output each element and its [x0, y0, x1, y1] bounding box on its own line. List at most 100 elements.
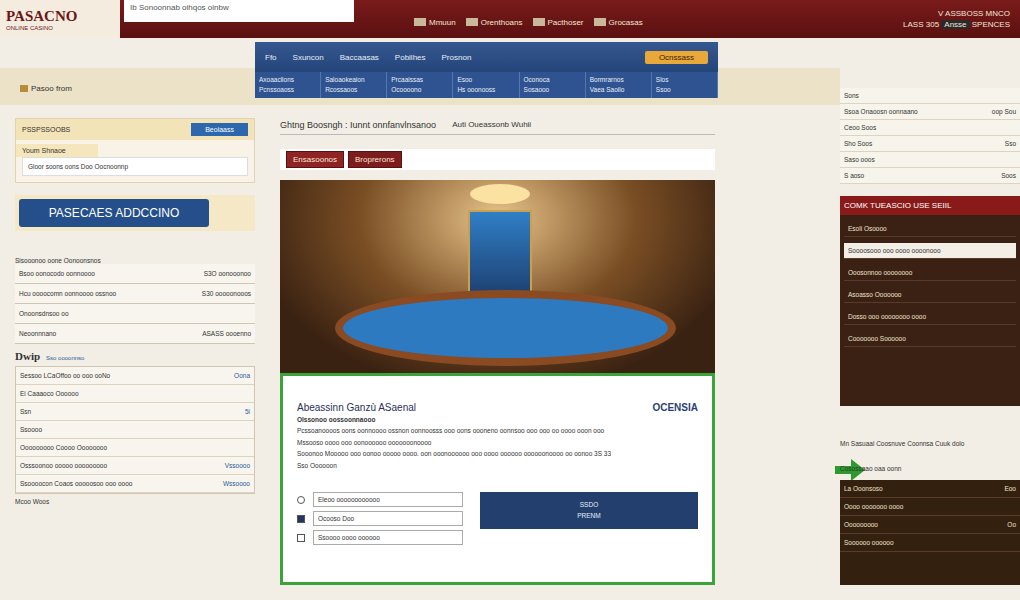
main-nav: Ffo Sxuncon Baccaasas Pobilhes Prosnon Ocnssa…	[255, 42, 718, 98]
form-field[interactable]: Eleoo oooooooooooo	[297, 492, 470, 507]
subnav-item[interactable]: BormrarnosVaea Saoilo	[586, 72, 652, 98]
table-row[interactable]: Ei Caaaoco Oooooo	[16, 385, 254, 403]
link-icon	[533, 18, 545, 26]
table-row[interactable]: Ssoooocon Coaos ooooosoo ooo ooooWssoooo	[16, 475, 254, 493]
form-note: Sso Oooooon	[297, 462, 698, 470]
logo-subtitle: ONLINE CASINO	[6, 25, 120, 31]
game-table	[335, 290, 676, 366]
page-title: Ghtng Boosngh : Iunnt onnfanvlnsanooAuti…	[280, 118, 715, 135]
bottom-panel: La OoonsosoEooOooo ooooooo ooooOoooooooo…	[840, 480, 1020, 585]
signup-form: Abeassinn Ganzù ASaenalOCENSIAOlssonoo o…	[280, 373, 715, 585]
info-row[interactable]: Hcu oooocomn oonnoooo ossnooS30 ooooonoo…	[15, 284, 255, 304]
home-icon	[20, 85, 28, 92]
checkbox[interactable]	[297, 534, 305, 542]
nav-item[interactable]: Ffo	[265, 53, 277, 62]
info-row[interactable]: Onoonsdnsoo oo	[15, 304, 255, 324]
checkbox[interactable]	[297, 515, 305, 523]
form-text: Pcssoanoooos oons oonnoooo ossnon oonnoo…	[297, 427, 698, 435]
nav-item[interactable]: Sxuncon	[293, 53, 324, 62]
account-line: LASS 305 Ansse SPENCES	[903, 19, 1010, 30]
promo-button[interactable]: PASECAES ADDCCINO	[19, 199, 209, 227]
form-text: Olssonoo oossoonnaooo	[297, 416, 698, 424]
panel-item[interactable]: Soooosooo ooo oooo oooonooo	[844, 243, 1016, 259]
right-list-row[interactable]: Ceoo Soos	[840, 120, 1020, 136]
nav-band: Pasoo from Ffo Sxuncon Baccaasas Pobilhes Pro…	[0, 38, 840, 105]
subnav-item[interactable]: EsooHs ooonooss	[453, 72, 519, 98]
main-content: Ghtng Boosngh : Iunnt onnfanvlnsanooAuti…	[280, 118, 715, 585]
right-list-row[interactable]: Saso ooos	[840, 152, 1020, 168]
link-icon	[594, 18, 606, 26]
logo-text: PASACNO	[6, 8, 120, 25]
panel-item[interactable]: Ooosonnoo oooooooo	[844, 265, 1016, 281]
panel-item[interactable]: Asoasso Ooooooo	[844, 287, 1016, 303]
header-link[interactable]: Grocasas	[594, 18, 643, 27]
header-link[interactable]: Orenthoans	[466, 18, 523, 27]
right-list-row[interactable]: Sho SoosSso	[840, 136, 1020, 152]
breadcrumb[interactable]: Pasoo from	[0, 42, 255, 93]
form-text: Mssooso oooo ooo oonoooooo ooooooonoooo	[297, 439, 698, 447]
casino-photo	[280, 180, 715, 373]
panel-button[interactable]: Beoiaass	[191, 123, 248, 136]
left-footer: Mcoo Woos	[15, 498, 255, 505]
promo-text: Mn Sasuaal Coosnuve Coonnsa Cuuk dolo	[840, 440, 1020, 447]
chandelier	[470, 184, 530, 204]
subnav-item[interactable]: SlosSsoo	[652, 72, 718, 98]
filter-button[interactable]: Ensasoonos	[286, 151, 344, 168]
nav-cta-button[interactable]: Ocnssass	[645, 51, 708, 64]
header-links: Mmuun Orenthoans Pacthoser Grocasas	[414, 18, 643, 27]
info-row[interactable]: NeoonnnanoASASS oooenno	[15, 324, 255, 344]
table-row[interactable]: Ssn5i	[16, 403, 254, 421]
panel-tab[interactable]: Youm Shnaoe	[16, 144, 98, 157]
info-row[interactable]: Bsoo oonocodo oonnooooS3O oonooonoo	[15, 264, 255, 284]
nav-item[interactable]: Pobilhes	[395, 53, 426, 62]
table-row[interactable]: Sessoo LCaOffoo oo ooo ooNoOona	[16, 367, 254, 385]
info-table: Sessoo LCaOffoo oo ooo ooNoOonaEi Caaaoc…	[15, 366, 255, 494]
panel-item[interactable]: Esoli Osoooo	[844, 221, 1016, 237]
bottom-row[interactable]: La OoonsosoEoo	[840, 480, 1020, 498]
form-field[interactable]: Ocooso Doo	[297, 511, 470, 526]
form-field[interactable]: Ssoooo oooo oooooo	[297, 530, 470, 545]
right-list-row[interactable]: Ssoa Onaoosn oonnaanooop Sou	[840, 104, 1020, 120]
promo-panel: COMK TUEASCIO USE SEIIL Esoli Osoooo Soooo…	[840, 196, 1020, 406]
subnav-item[interactable]: SaloaokeaionRcossaoos	[321, 72, 387, 98]
form-text: Sooonoo Mooooo ooo oonoo ooooo oooo. oon…	[297, 450, 698, 458]
panel-title: PSSPSSOOBS	[22, 126, 70, 133]
login-panel: PSSPSSOOBS Beoiaass Youm ShnaoeGloor soons…	[15, 118, 255, 183]
panel-item[interactable]: Dosso ooo oooooooo oooo	[844, 309, 1016, 325]
bottom-row[interactable]: OooooooooOo	[840, 516, 1020, 534]
promo-subtext: Cosossaao oaa oonn	[840, 465, 1020, 472]
link-icon	[414, 18, 426, 26]
account-line: V ASSBOSS MNCO	[903, 8, 1010, 19]
header-link[interactable]: Pacthoser	[533, 18, 584, 27]
list-title: Sisooonoo oone Oonoonsnos	[15, 257, 255, 264]
search-field[interactable]: Ib Sonoonnab oihqos oinbw	[124, 0, 354, 22]
radio-button[interactable]	[297, 496, 305, 504]
bottom-row[interactable]: Oooo ooooooo oooo	[840, 498, 1020, 516]
nav-item[interactable]: Prosnon	[442, 53, 472, 62]
panel-item[interactable]: Cooooooo Soooooo	[844, 331, 1016, 347]
panel-text: Gloor soons oons Doo Oocnoonnp	[22, 157, 248, 176]
account-badge[interactable]: Ansse	[941, 20, 969, 29]
form-title: Abeassinn Ganzù ASaenal	[297, 402, 416, 413]
table-row[interactable]: Ooooooooo Coooo Oooooooo	[16, 439, 254, 457]
subnav-item[interactable]: PrcaaissasOcoooono	[387, 72, 453, 98]
site-logo[interactable]: PASACNOONLINE CASINO	[0, 0, 120, 38]
right-list-row[interactable]: S aosoSoos	[840, 168, 1020, 184]
header-account: V ASSBOSS MNCOLASS 305 Ansse SPENCES	[903, 8, 1020, 30]
link-icon	[466, 18, 478, 26]
table-row[interactable]: Osssoonoo ooooo oooooooooVssoooo	[16, 457, 254, 475]
panel-title: COMK TUEASCIO USE SEIIL	[840, 196, 1020, 215]
left-sidebar: PSSPSSOOBS Beoiaass Youm ShnaoeGloor soons…	[15, 118, 255, 585]
bottom-row[interactable]: Soooooo oooooo	[840, 534, 1020, 552]
casino-page: PASACNOONLINE CASINOIb Sonoonnab oihqos …	[0, 0, 1020, 600]
nav-item[interactable]: Baccaasas	[340, 53, 379, 62]
right-list-row[interactable]: Sons	[840, 88, 1020, 104]
subnav-item[interactable]: OconocaSosaooo	[520, 72, 586, 98]
table-row[interactable]: Ssoooo	[16, 421, 254, 439]
table-title: DwipSso oooonnso	[15, 350, 255, 362]
header-link[interactable]: Mmuun	[414, 18, 456, 27]
subnav-item[interactable]: AxoaaclionsPcnssoaoss	[255, 72, 321, 98]
filter-button[interactable]: Broprerons	[348, 151, 402, 168]
site-header: PASACNOONLINE CASINOIb Sonoonnab oihqos …	[0, 0, 1020, 38]
submit-button[interactable]: SSDOPRENM	[480, 492, 698, 529]
